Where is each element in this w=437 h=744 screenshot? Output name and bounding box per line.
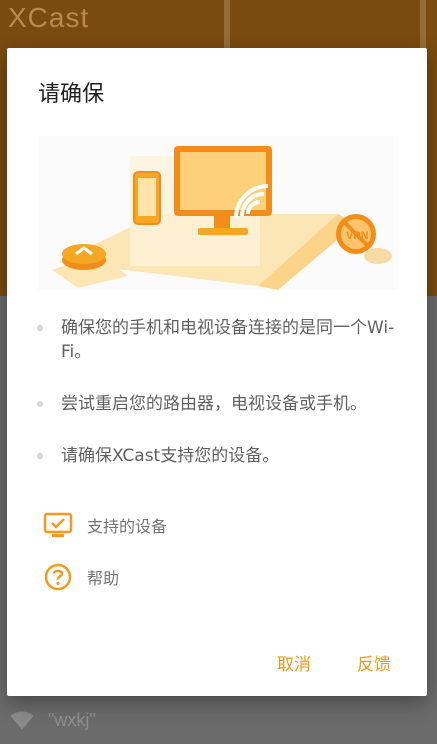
tip-text: 请确保XCast支持您的设备。 [61, 446, 280, 466]
wifi-network-row[interactable]: "wxkj" [8, 706, 96, 734]
tip-text: 尝试重启您的路由器，电视设备或手机。 [61, 394, 367, 414]
bullet-dot [37, 453, 43, 459]
help-label: 帮助 [87, 569, 120, 588]
bullet-dot [37, 325, 43, 331]
dialog-actions: 取消 反馈 [277, 650, 391, 675]
tip-item: 确保您的手机和电视设备连接的是同一个Wi-Fi。 [33, 316, 403, 364]
help-circle-icon [44, 563, 72, 591]
supported-devices-label: 支持的设备 [87, 517, 168, 536]
screen: XCast "wxkj" 请确保 确保您的手机和电视设备连接的是同一个Wi-Fi… [0, 0, 437, 744]
tips-list: 确保您的手机和电视设备连接的是同一个Wi-Fi。 尝试重启您的路由器，电视设备或… [33, 316, 403, 468]
supported-devices-link[interactable]: 支持的设备 [43, 510, 167, 540]
tip-item: 尝试重启您的路由器，电视设备或手机。 [33, 392, 403, 416]
app-title: XCast [8, 2, 90, 33]
tip-item: 请确保XCast支持您的设备。 [33, 444, 403, 468]
ensure-dialog: 请确保 确保您的手机和电视设备连接的是同一个Wi-Fi。 尝试重启您的路由器，电… [7, 48, 427, 696]
cancel-button[interactable]: 取消 [277, 650, 311, 675]
help-link[interactable]: 帮助 [43, 562, 119, 592]
connection-illustration: VPN [38, 136, 398, 290]
wifi-icon [10, 711, 34, 730]
tv-check-icon [43, 512, 73, 537]
feedback-button[interactable]: 反馈 [357, 650, 391, 675]
wifi-network-name: "wxkj" [48, 709, 96, 730]
dialog-title: 请确保 [38, 82, 105, 107]
tip-text: 确保您的手机和电视设备连接的是同一个Wi-Fi。 [61, 318, 395, 362]
bullet-dot [37, 401, 43, 407]
